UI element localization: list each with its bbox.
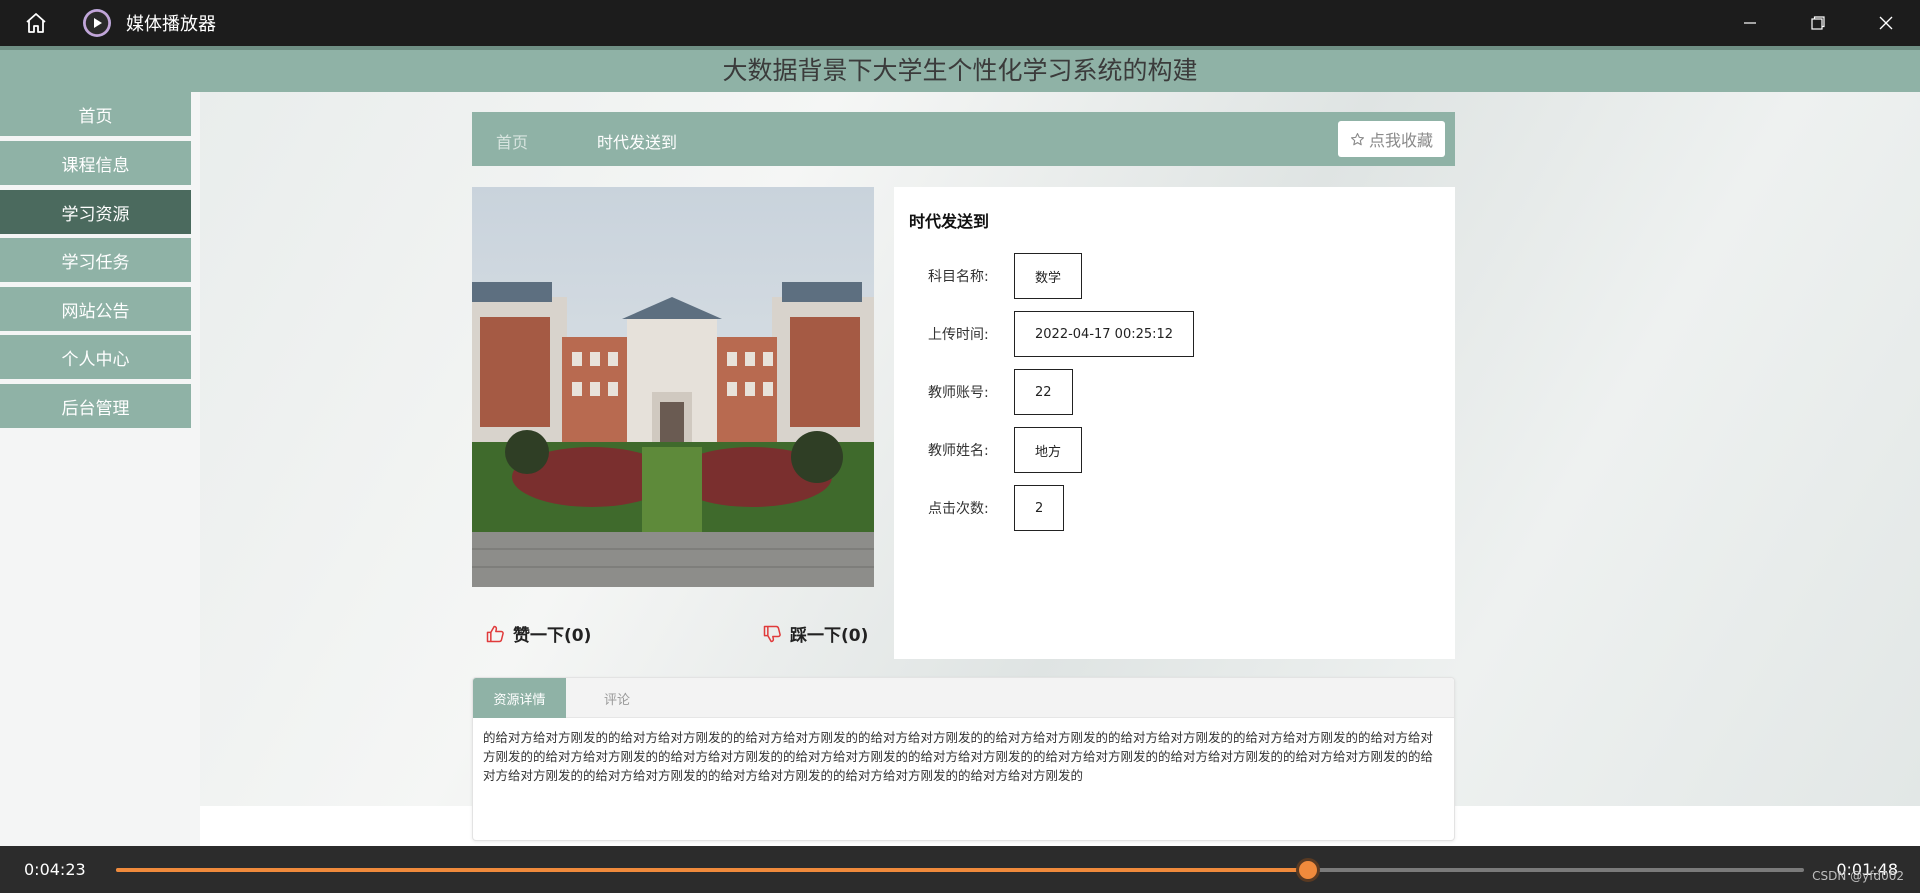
sidebar-item-announcements[interactable]: 网站公告 — [0, 287, 191, 331]
elapsed-time: 0:04:23 — [24, 860, 86, 879]
minimize-button[interactable] — [1716, 0, 1784, 46]
breadcrumb: 首页 时代发送到 点我收藏 — [472, 112, 1455, 166]
star-icon — [1350, 132, 1364, 145]
subject-label: 科目名称: — [928, 269, 989, 285]
sidebar-item-admin[interactable]: 后台管理 — [0, 384, 191, 428]
dislike-label: 踩一下(0) — [790, 626, 869, 646]
media-player-controls: 0:04:23 0:01:48 CSDN @yfd002 — [0, 846, 1920, 893]
favorite-button-label: 点我收藏 — [1368, 131, 1433, 150]
upload-time-value: 2022-04-17 00:25:12 — [1014, 311, 1195, 357]
restore-button[interactable] — [1784, 0, 1852, 46]
like-button[interactable]: 赞一下(0) — [485, 621, 591, 646]
sidebar-item-learning-resources[interactable]: 学习资源 — [0, 190, 191, 234]
home-icon[interactable] — [18, 5, 54, 41]
seek-bar[interactable] — [116, 858, 1804, 882]
window-controls — [1716, 0, 1920, 46]
seek-bar-progress — [116, 868, 1308, 872]
sidebar-item-course-info[interactable]: 课程信息 — [0, 141, 191, 185]
web-content: 大数据背景下大学生个性化学习系统的构建 首页 课程信息 学习资源 学习任务 网站… — [0, 46, 1920, 846]
detail-tabs: 资源详情 评论 的给对方给对方刚发的的给对方给对方刚发的的给对方给对方刚发的的给… — [472, 677, 1455, 841]
breadcrumb-current: 时代发送到 — [597, 133, 678, 152]
tab-resource-details[interactable]: 资源详情 — [473, 678, 566, 718]
close-button[interactable] — [1852, 0, 1920, 46]
sidebar-item-personal-center[interactable]: 个人中心 — [0, 335, 191, 379]
tab-comments[interactable]: 评论 — [604, 678, 630, 718]
sidebar-item-learning-tasks[interactable]: 学习任务 — [0, 238, 191, 282]
teacher-account-label: 教师账号: — [928, 385, 989, 401]
favorite-button[interactable]: 点我收藏 — [1338, 121, 1445, 157]
media-player-app-icon — [83, 9, 111, 37]
sidebar-item-home[interactable]: 首页 — [0, 92, 191, 136]
window-titlebar: 媒体播放器 — [0, 0, 1920, 46]
sidebar: 首页 课程信息 学习资源 学习任务 网站公告 个人中心 后台管理 — [0, 92, 200, 846]
seek-bar-thumb[interactable] — [1295, 858, 1320, 882]
thumbs-down-icon — [763, 625, 781, 642]
teacher-name-label: 教师姓名: — [928, 443, 989, 459]
window-title: 媒体播放器 — [126, 14, 216, 35]
site-header: 大数据背景下大学生个性化学习系统的构建 — [0, 46, 1920, 92]
resource-image — [472, 187, 874, 587]
resource-title: 时代发送到 — [909, 212, 990, 231]
resource-info-card: 时代发送到 科目名称: 数学 上传时间: 2022-04-17 00:25:12… — [894, 187, 1455, 659]
watermark: CSDN @yfd002 — [1812, 869, 1904, 883]
breadcrumb-home-link[interactable]: 首页 — [496, 129, 528, 153]
teacher-account-value: 22 — [1014, 369, 1073, 415]
teacher-name-value: 地方 — [1014, 427, 1083, 473]
header-divider — [0, 46, 1920, 50]
resource-detail-text: 的给对方给对方刚发的的给对方给对方刚发的的给对方给对方刚发的的给对方给对方刚发的… — [483, 730, 1434, 783]
tabs-header: 资源详情 评论 — [473, 678, 1454, 718]
click-count-value: 2 — [1014, 485, 1065, 531]
click-count-label: 点击次数: — [928, 501, 989, 517]
subject-value: 数学 — [1014, 253, 1083, 299]
upload-time-label: 上传时间: — [928, 327, 989, 343]
dislike-button[interactable]: 踩一下(0) — [762, 621, 868, 646]
site-title: 大数据背景下大学生个性化学习系统的构建 — [722, 56, 1198, 85]
like-label: 赞一下(0) — [513, 626, 592, 646]
thumbs-up-icon — [486, 625, 504, 642]
